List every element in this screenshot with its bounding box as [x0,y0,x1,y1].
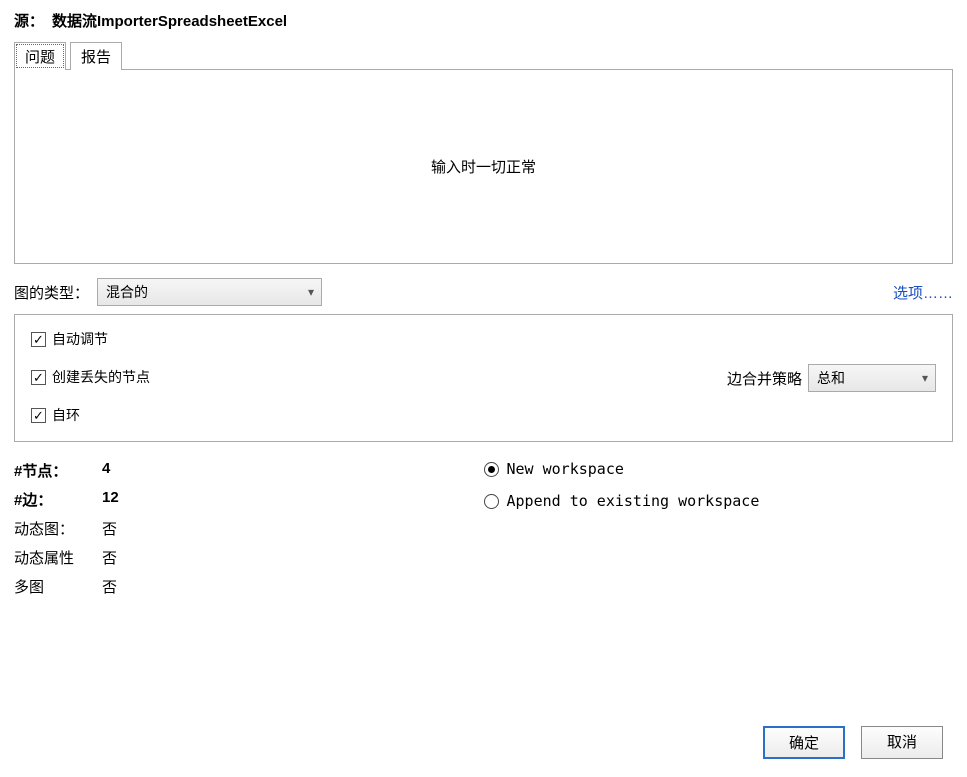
radio-append-row[interactable]: Append to existing workspace [484,492,954,510]
checkbox-auto-adjust-label: 自动调节 [52,329,108,349]
checkbox-create-missing[interactable] [31,370,46,385]
stat-dyngraph-label: 动态图： [14,518,102,539]
source-label: 源： [14,13,44,30]
graph-type-select[interactable]: 混合的 [97,278,322,306]
checkbox-auto-adjust[interactable] [31,332,46,347]
tab-problems[interactable]: 问题 [14,42,66,70]
panel-message: 输入时一切正常 [431,156,536,177]
checkbox-auto-adjust-row[interactable]: 自动调节 [31,329,727,349]
radio-new-workspace-label: New workspace [507,460,624,478]
checkbox-create-missing-label: 创建丢失的节点 [52,367,150,387]
tabs: 问题 报告 输入时一切正常 [14,41,953,264]
stats-block: #节点：4 #边：12 动态图：否 动态属性否 多图否 [14,456,484,605]
stat-edges-value: 12 [102,489,119,510]
cancel-button[interactable]: 取消 [861,726,943,759]
merge-strategy-select[interactable]: 总和 [808,364,936,392]
stat-nodes-value: 4 [102,460,110,481]
merge-strategy-label: 边合并策略 [727,368,802,389]
source-value: 数据流ImporterSpreadsheetExcel [52,13,287,30]
stat-multigraph-value: 否 [102,576,117,597]
stat-dynattr-label: 动态属性 [14,547,102,568]
ok-button[interactable]: 确定 [763,726,845,759]
checkbox-selfloop[interactable] [31,408,46,423]
stat-edges-label: #边： [14,489,102,510]
workspace-block: New workspace Append to existing workspa… [484,456,954,605]
stat-dynattr-value: 否 [102,547,117,568]
options-link[interactable]: 选项…… [893,282,953,303]
checkbox-create-missing-row[interactable]: 创建丢失的节点 [31,367,727,387]
graph-type-label: 图的类型： [14,282,89,303]
stat-multigraph-label: 多图 [14,576,102,597]
tab-panel: 输入时一切正常 [14,69,953,264]
radio-append-label: Append to existing workspace [507,492,760,510]
tab-report[interactable]: 报告 [70,42,122,70]
radio-new-workspace-row[interactable]: New workspace [484,460,954,478]
radio-append[interactable] [484,494,499,509]
radio-new-workspace[interactable] [484,462,499,477]
checkbox-selfloop-row[interactable]: 自环 [31,405,727,425]
options-box: 自动调节 创建丢失的节点 自环 边合并策略 总和 ▾ [14,314,953,442]
checkbox-selfloop-label: 自环 [52,405,80,425]
stat-nodes-label: #节点： [14,460,102,481]
stat-dyngraph-value: 否 [102,518,117,539]
source-row: 源： 数据流ImporterSpreadsheetExcel [14,10,953,31]
